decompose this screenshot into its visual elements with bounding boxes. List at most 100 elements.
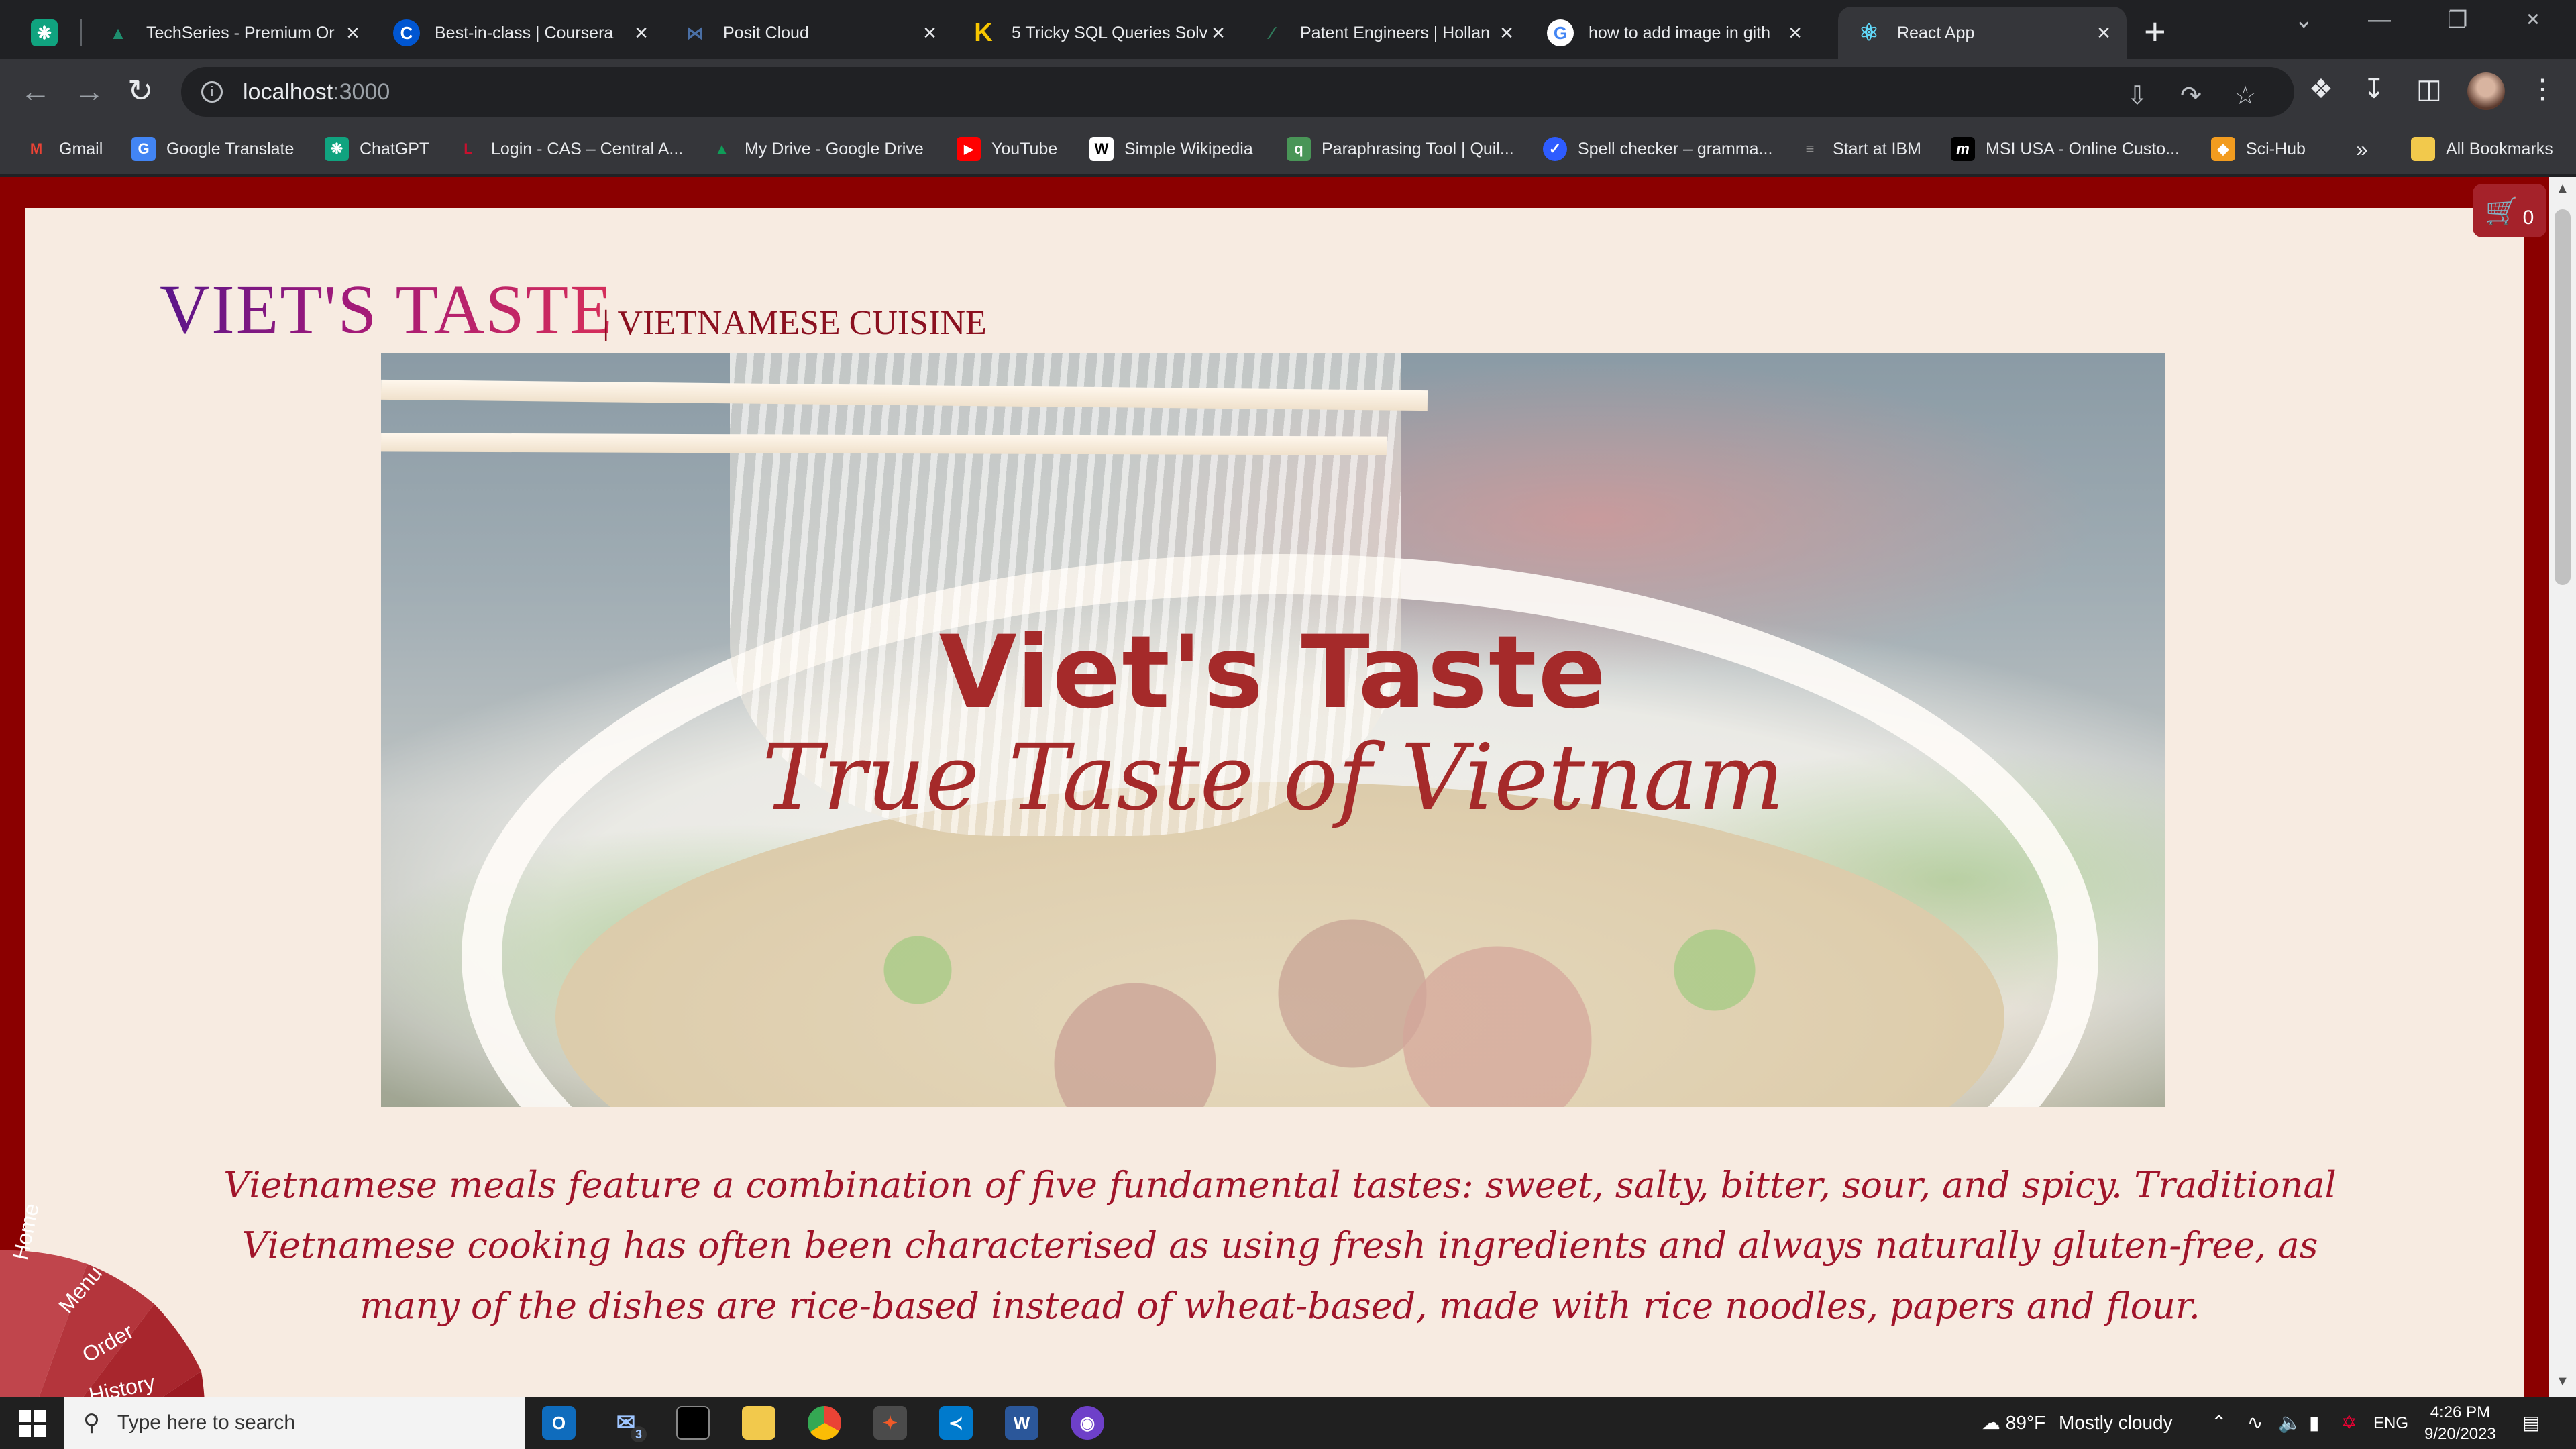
tab-google[interactable]: G how to add image in gith × bbox=[1529, 7, 1818, 59]
hero-title: Viet's Taste bbox=[938, 614, 1608, 731]
weather-temp: 89°F bbox=[2005, 1412, 2046, 1433]
gmail-icon: M bbox=[30, 140, 43, 157]
url-port: :3000 bbox=[333, 78, 390, 105]
wifi-icon[interactable]: ∿ bbox=[2247, 1411, 2263, 1434]
close-tab-icon[interactable]: × bbox=[2097, 20, 2110, 46]
address-bar[interactable]: i localhost:3000 ⇩ ↷ ☆ bbox=[181, 67, 2294, 117]
side-panel-icon[interactable]: ◫ bbox=[2416, 74, 2442, 105]
ibm-icon: ≡ bbox=[1805, 140, 1815, 157]
tab-coursera[interactable]: C Best-in-class | Coursera × bbox=[376, 7, 664, 59]
reload-icon[interactable]: ↻ bbox=[127, 72, 154, 109]
bookmark-msi[interactable]: m MSI USA - Online Custo... bbox=[1951, 137, 2180, 161]
tab-chatgpt[interactable]: ❋ bbox=[13, 7, 80, 59]
hero-tagline: True Taste of Vietnam bbox=[762, 725, 1784, 831]
search-placeholder: Type here to search bbox=[117, 1411, 296, 1434]
battery-icon[interactable]: ▮ bbox=[2309, 1411, 2319, 1434]
close-tab-icon[interactable]: × bbox=[635, 20, 648, 46]
bookmark-google-translate[interactable]: G Google Translate bbox=[131, 137, 294, 161]
security-icon[interactable]: ✡ bbox=[2341, 1411, 2357, 1434]
word-icon[interactable]: W bbox=[1005, 1406, 1038, 1440]
bookmark-scihub[interactable]: ◆ Sci-Hub bbox=[2211, 137, 2306, 161]
cuisine-description: Vietnamese meals feature a combination o… bbox=[223, 1164, 2337, 1327]
bookmark-cas-login[interactable]: L Login - CAS – Central A... bbox=[456, 137, 683, 161]
downloads-icon[interactable]: ↧ bbox=[2363, 74, 2385, 105]
chatgpt-icon: ❋ bbox=[325, 137, 349, 161]
browser-toolbar: ← → ↻ i localhost:3000 ⇩ ↷ ☆ ❖ ↧ ◫ ⋮ bbox=[0, 59, 2576, 125]
msi-icon: m bbox=[1951, 137, 1975, 161]
outlook-icon[interactable]: O bbox=[542, 1406, 576, 1440]
restore-icon[interactable]: ❐ bbox=[2447, 7, 2467, 34]
close-tab-icon[interactable]: × bbox=[923, 20, 936, 46]
bookmark-gmail[interactable]: M Gmail bbox=[24, 137, 103, 161]
bookmarks-bar: M Gmail G Google Translate ❋ ChatGPT L Login… bbox=[0, 125, 2576, 176]
techseries-icon: ▲ bbox=[109, 22, 127, 43]
postman-icon[interactable]: ✦ bbox=[873, 1406, 907, 1440]
cas-icon: L bbox=[464, 140, 473, 157]
all-bookmarks-button[interactable]: All Bookmarks bbox=[2411, 137, 2553, 161]
posit-icon: ⋈ bbox=[686, 22, 704, 43]
youtube-icon: ▶ bbox=[957, 137, 981, 161]
github-icon[interactable]: ◉ bbox=[1071, 1406, 1104, 1440]
site-brand[interactable]: VIET'S TASTE bbox=[160, 270, 614, 350]
volume-icon[interactable]: 🔈 bbox=[2278, 1411, 2302, 1434]
bookmark-spell-checker[interactable]: ✓ Spell checker – gramma... bbox=[1543, 137, 1772, 161]
windows-start-icon[interactable] bbox=[19, 1410, 46, 1437]
taskbar-search-input[interactable]: ⚲ Type here to search bbox=[64, 1397, 525, 1449]
tab-strip: ❋ ▲ TechSeries - Premium Or × C Best-in-… bbox=[0, 0, 2576, 59]
close-tab-icon[interactable]: × bbox=[346, 20, 360, 46]
minimize-icon[interactable]: — bbox=[2368, 7, 2391, 33]
clock-date: 9/20/2023 bbox=[2424, 1425, 2496, 1443]
close-tab-icon[interactable]: × bbox=[1500, 20, 1513, 46]
tab-title: React App bbox=[1897, 23, 1975, 42]
url-host: localhost bbox=[243, 78, 333, 105]
menu-kebab-icon[interactable]: ⋮ bbox=[2529, 74, 2556, 105]
google-icon: G bbox=[1547, 19, 1574, 46]
tab-search-icon[interactable]: ⌄ bbox=[2294, 7, 2314, 34]
windows-taskbar: ⚲ Type here to search O ✉ 3 ✦ ≺ W ◉ ☁ 89°… bbox=[0, 1397, 2576, 1449]
weather-widget[interactable]: ☁ 89°F Mostly cloudy bbox=[1982, 1411, 2173, 1434]
mail-icon[interactable]: ✉ 3 bbox=[609, 1406, 647, 1442]
scroll-down-icon[interactable]: ▼ bbox=[2556, 1374, 2569, 1389]
tab-techseries[interactable]: ▲ TechSeries - Premium Or × bbox=[87, 7, 376, 59]
tray-chevron-icon[interactable]: ⌃ bbox=[2211, 1411, 2226, 1434]
language-indicator[interactable]: ENG bbox=[2373, 1414, 2408, 1433]
bookmarks-overflow-icon[interactable]: » bbox=[2356, 137, 2368, 162]
new-tab-icon[interactable]: + bbox=[2144, 9, 2166, 53]
page-scrollbar[interactable]: ▲ ▼ bbox=[2549, 177, 2576, 1397]
site-info-icon[interactable]: i bbox=[201, 81, 223, 103]
vscode-icon[interactable]: ≺ bbox=[939, 1406, 973, 1440]
bookmark-quillbot[interactable]: q Paraphrasing Tool | Quil... bbox=[1287, 137, 1514, 161]
close-tab-icon[interactable]: × bbox=[1212, 20, 1225, 46]
back-icon[interactable]: ← bbox=[20, 72, 51, 109]
share-icon[interactable]: ↷ bbox=[2180, 80, 2202, 111]
terminal-icon[interactable] bbox=[676, 1406, 710, 1440]
file-explorer-icon[interactable] bbox=[742, 1406, 775, 1440]
extensions-icon[interactable]: ❖ bbox=[2309, 74, 2333, 105]
tab-react-app[interactable]: ⚛ React App × bbox=[1838, 7, 2127, 59]
bookmark-youtube[interactable]: ▶ YouTube bbox=[957, 137, 1057, 161]
cart-icon: 🛒 bbox=[2485, 196, 2519, 226]
tab-title: Patent Engineers | Hollan bbox=[1300, 23, 1491, 42]
spellcheck-icon: ✓ bbox=[1543, 137, 1567, 161]
chrome-icon[interactable] bbox=[808, 1406, 841, 1440]
bookmark-simple-wikipedia[interactable]: W Simple Wikipedia bbox=[1089, 137, 1253, 161]
scroll-up-icon[interactable]: ▲ bbox=[2556, 181, 2569, 197]
system-clock[interactable]: 4:26 PM 9/20/2023 bbox=[2424, 1402, 2496, 1445]
profile-avatar[interactable] bbox=[2467, 72, 2505, 110]
bookmark-google-drive[interactable]: ▲ My Drive - Google Drive bbox=[710, 137, 924, 161]
install-app-icon[interactable]: ⇩ bbox=[2127, 80, 2148, 111]
bookmark-ibm[interactable]: ≡ Start at IBM bbox=[1798, 137, 1921, 161]
bookmark-star-icon[interactable]: ☆ bbox=[2234, 80, 2257, 111]
cart-button[interactable]: 🛒 0 bbox=[2473, 184, 2546, 237]
tab-sql[interactable]: K 5 Tricky SQL Queries Solv × bbox=[953, 7, 1241, 59]
close-tab-icon[interactable]: × bbox=[1788, 20, 1802, 46]
scroll-thumb[interactable] bbox=[2555, 209, 2571, 585]
bookmark-chatgpt[interactable]: ❋ ChatGPT bbox=[325, 137, 429, 161]
close-window-icon[interactable]: × bbox=[2526, 7, 2540, 33]
forward-icon[interactable]: → bbox=[74, 72, 105, 109]
tab-posit[interactable]: ⋈ Posit Cloud × bbox=[664, 7, 953, 59]
notifications-icon[interactable]: ▤ bbox=[2522, 1411, 2540, 1434]
tab-patent[interactable]: ∕ Patent Engineers | Hollan × bbox=[1241, 7, 1529, 59]
search-icon: ⚲ bbox=[83, 1410, 100, 1436]
coursera-icon: C bbox=[393, 19, 420, 46]
